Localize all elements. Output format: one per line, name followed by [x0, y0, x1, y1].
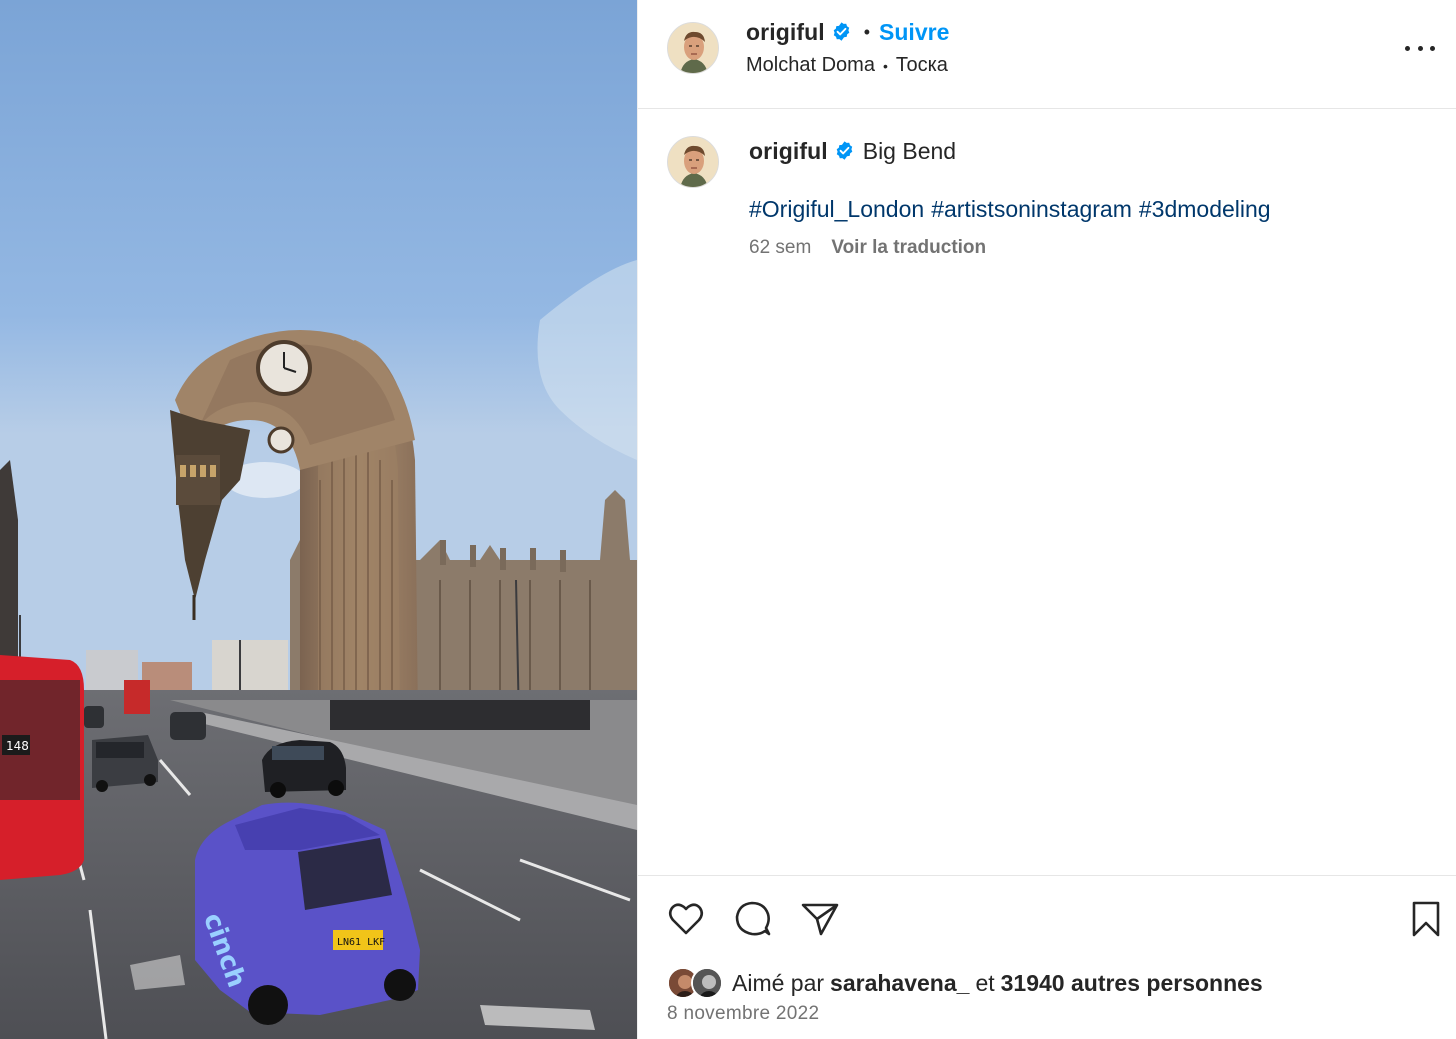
caption-text: Big Bend	[862, 137, 957, 164]
caption-author-username[interactable]: origiful	[749, 138, 828, 165]
audio-separator: •	[882, 57, 888, 74]
verified-badge-icon	[836, 140, 853, 160]
liker-username[interactable]: sarahavena_	[830, 970, 969, 997]
header-title-row: origiful • Suivre	[746, 17, 949, 47]
likes-count-link[interactable]: 31940 autres personnes	[1001, 970, 1263, 997]
audio-artist[interactable]: Molchat Doma	[746, 54, 875, 77]
see-translation-button[interactable]: Voir la traduction	[831, 237, 986, 259]
comment-icon[interactable]	[733, 899, 773, 939]
caption-author-avatar[interactable]	[667, 136, 719, 188]
bus-number-label: 148	[6, 739, 29, 753]
post-header: origiful • Suivre Molchat Doma • Тоска	[638, 0, 1456, 109]
big-bend-illustration: 148 LN61 LKF cinch	[0, 0, 637, 1039]
post-age[interactable]: 62 sem	[749, 237, 811, 259]
likes-summary: Aimé par sarahavena_ et 31940 autres per…	[667, 965, 1269, 1001]
hashtag-link[interactable]: #3dmodeling	[1139, 196, 1271, 222]
portrait-icon	[668, 137, 718, 187]
caption-hashtags: #Origiful_London #artistsoninstagram #3dmo…	[749, 196, 1278, 223]
author-username[interactable]: origiful	[746, 19, 825, 46]
post-date[interactable]: 8 novembre 2022	[667, 1003, 819, 1025]
post-details-panel: origiful • Suivre Molchat Doma • Тоска o…	[637, 0, 1456, 1039]
caption-row: origiful Big Bend	[749, 136, 956, 166]
audio-info[interactable]: Molchat Doma • Тоска	[746, 54, 948, 77]
hashtag-link[interactable]: #artistsoninstagram	[931, 196, 1132, 222]
caption-meta: 62 sem Voir la traduction	[749, 237, 986, 259]
post-media[interactable]: 148 LN61 LKF cinch	[0, 0, 637, 1039]
portrait-icon	[668, 23, 718, 73]
likes-prefix: Aimé par	[732, 969, 825, 996]
send-icon[interactable]	[800, 899, 840, 939]
more-options-icon[interactable]	[1405, 38, 1435, 58]
likes-joiner: et	[975, 969, 995, 996]
taxi-plate: LN61 LKF	[337, 937, 385, 948]
bookmark-icon[interactable]	[1406, 899, 1446, 939]
liker-avatars[interactable]	[667, 966, 727, 1000]
heart-icon[interactable]	[666, 899, 706, 939]
header-dot-separator: •	[863, 21, 871, 42]
author-avatar[interactable]	[667, 22, 719, 74]
verified-badge-icon	[833, 21, 850, 41]
liker-avatar	[691, 967, 723, 999]
hashtag-link[interactable]: #Origiful_London	[749, 196, 924, 222]
actions-divider	[638, 875, 1456, 876]
audio-track[interactable]: Тоска	[896, 54, 948, 77]
follow-button[interactable]: Suivre	[879, 19, 949, 46]
